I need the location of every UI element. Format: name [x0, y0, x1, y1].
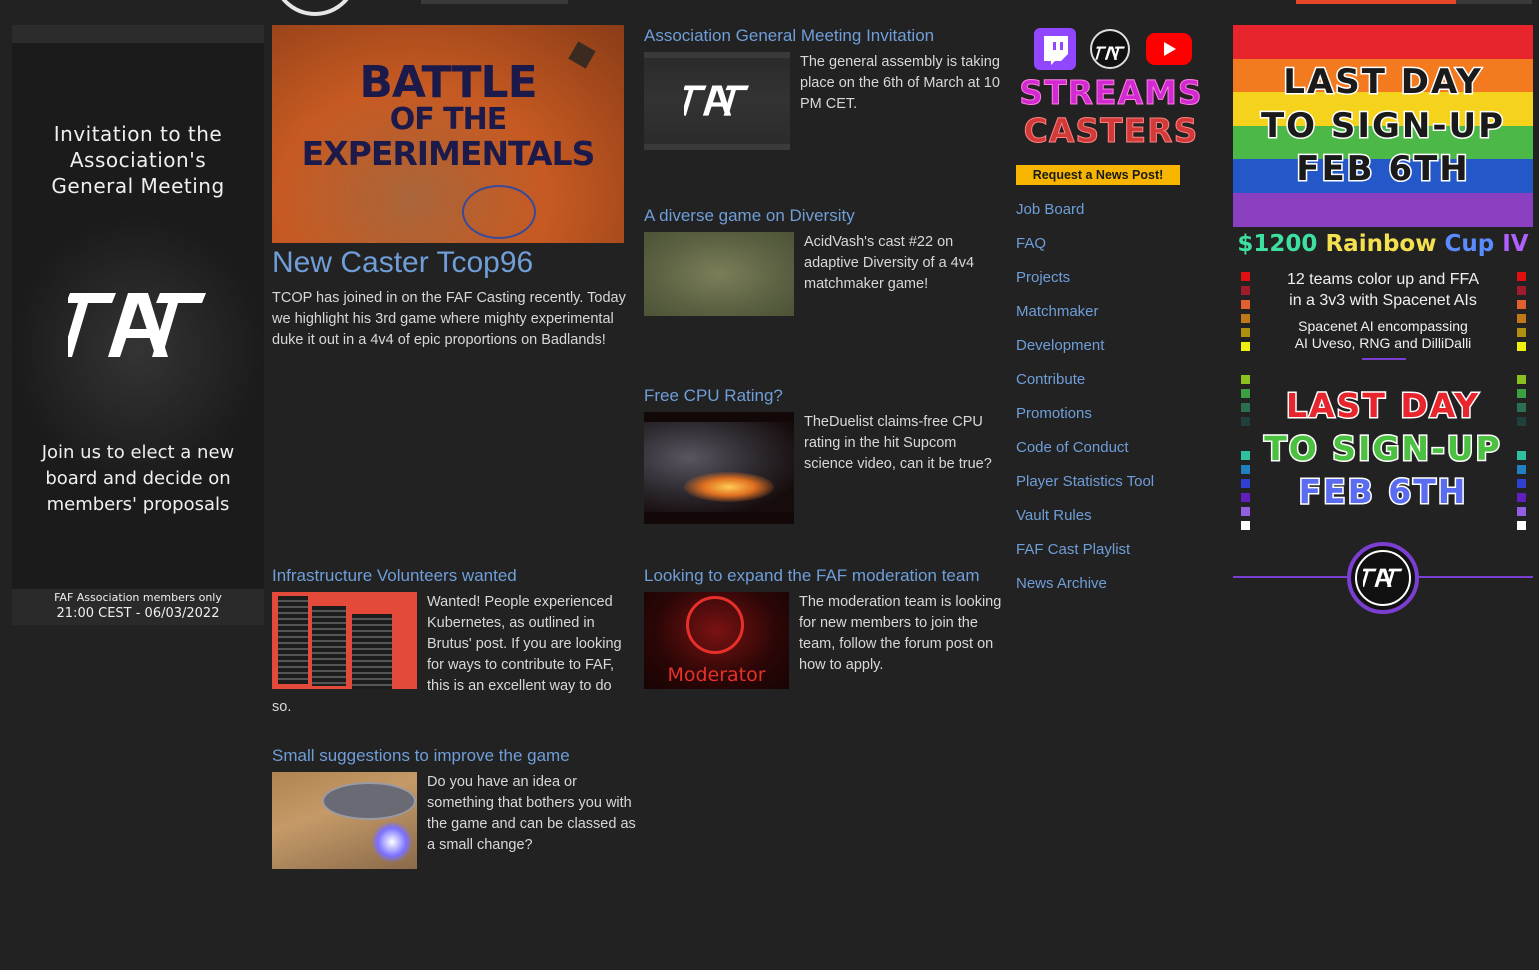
article-summary: Wanted! People experienced Kubernetes, a…: [272, 594, 622, 715]
featured-article-text: TCOP has joined in on the FAF Casting re…: [272, 290, 626, 348]
top-menu-fragment-right: [1456, 0, 1532, 4]
nav-link[interactable]: Code of Conduct: [1016, 438, 1154, 458]
banner-body: Join us to elect a new board and decide …: [41, 442, 235, 515]
faf-logo-icon: [68, 293, 206, 357]
top-logo-fragment: [272, 0, 358, 16]
top-accent-bar: [1296, 0, 1456, 4]
banner-header-bar: [12, 25, 264, 43]
article-summary: Do you have an idea or something that bo…: [427, 774, 636, 853]
rainbow-cup-banner[interactable]: LAST DAY TO SIGN-UP FEB 6TH: [1233, 25, 1533, 227]
signup-deadline: LAST DAY TO SIGN-UP FEB 6TH: [1263, 385, 1502, 513]
article-title[interactable]: Free CPU Rating?: [644, 386, 783, 406]
article-summary: AcidVash's cast #22 on adaptive Diversit…: [804, 234, 975, 292]
banner-footer: FAF Association members only 21:00 CEST …: [12, 589, 264, 625]
divider: [1362, 358, 1406, 360]
featured-article-image[interactable]: BATTLE OF THE EXPERIMENTALS: [272, 25, 624, 243]
twitch-icon[interactable]: [1034, 28, 1076, 70]
casters-link[interactable]: CASTERS: [1016, 111, 1206, 150]
request-news-post-button[interactable]: Request a News Post!: [1016, 165, 1180, 185]
nav-link[interactable]: Promotions: [1016, 404, 1154, 424]
tournament-title: $1200 Rainbow Cup IV: [1237, 231, 1529, 257]
featured-article-title[interactable]: New Caster Tcop96: [272, 245, 533, 281]
nav-link[interactable]: Projects: [1016, 268, 1154, 288]
article-thumbnail[interactable]: [644, 52, 790, 150]
faf-circle-logo-icon: [1347, 542, 1419, 614]
article-thumbnail[interactable]: [272, 772, 417, 869]
sidebar-nav: Job Board FAQ Projects Matchmaker Develo…: [1016, 200, 1154, 608]
youtube-icon[interactable]: [1146, 33, 1192, 65]
top-menu-fragment: [421, 0, 568, 4]
association-meeting-banner[interactable]: Invitation to the Association's General …: [12, 25, 264, 625]
article-title[interactable]: Infrastructure Volunteers wanted: [272, 566, 517, 586]
article-title[interactable]: Small suggestions to improve the game: [272, 746, 570, 766]
streams-link[interactable]: STREAMS: [1016, 73, 1206, 112]
nav-link[interactable]: Job Board: [1016, 200, 1154, 220]
article-thumbnail[interactable]: [644, 232, 794, 316]
article-title[interactable]: A diverse game on Diversity: [644, 206, 855, 226]
article-summary: The general assembly is taking place on …: [800, 54, 1000, 112]
article-thumbnail[interactable]: Moderator: [644, 592, 789, 689]
tournament-ai-info: Spacenet AI encompassing AI Uveso, RNG a…: [1294, 318, 1472, 351]
article-summary: TheDuelist claims-free CPU rating in the…: [804, 414, 992, 472]
nav-link[interactable]: News Archive: [1016, 574, 1154, 594]
article-title[interactable]: Looking to expand the FAF moderation tea…: [644, 566, 979, 586]
banner-title: Invitation to the Association's General …: [51, 122, 225, 198]
article-title[interactable]: Association General Meeting Invitation: [644, 26, 934, 46]
nav-link[interactable]: Matchmaker: [1016, 302, 1154, 322]
nav-link[interactable]: Development: [1016, 336, 1154, 356]
faf-stream-icon[interactable]: [1090, 29, 1130, 69]
article-thumbnail[interactable]: [644, 412, 794, 524]
nav-link[interactable]: Player Statistics Tool: [1016, 472, 1154, 492]
nav-link[interactable]: FAQ: [1016, 234, 1154, 254]
nav-link[interactable]: FAF Cast Playlist: [1016, 540, 1154, 560]
tournament-description: 12 teams color up and FFA in a 3v3 with …: [1286, 271, 1480, 309]
faf-logo-icon: [684, 85, 750, 116]
nav-link[interactable]: Contribute: [1016, 370, 1154, 390]
article-summary: The moderation team is looking for new m…: [799, 594, 1002, 673]
nav-link[interactable]: Vault Rules: [1016, 506, 1154, 526]
